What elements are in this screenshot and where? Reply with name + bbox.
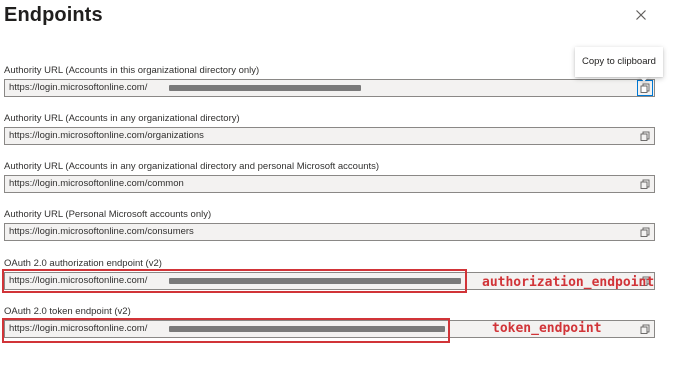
copy-button[interactable] <box>638 177 652 191</box>
authorization-endpoint-highlight <box>2 269 467 293</box>
close-button[interactable] <box>632 6 650 24</box>
endpoint-authority-common: Authority URL (Accounts in any organizat… <box>4 160 655 193</box>
endpoint-url-field[interactable]: https://login.microsoftonline.com/common <box>4 175 655 193</box>
copy-icon <box>640 131 650 141</box>
endpoint-url-text: https://login.microsoftonline.com/consum… <box>9 226 194 237</box>
endpoint-authority-organizations: Authority URL (Accounts in any organizat… <box>4 112 655 145</box>
copy-icon <box>640 227 650 237</box>
endpoint-url-text: https://login.microsoftonline.com/organi… <box>9 130 204 141</box>
endpoint-url-field[interactable]: https://login.microsoftonline.com/ <box>4 79 655 97</box>
endpoint-label: Authority URL (Accounts in this organiza… <box>4 65 260 76</box>
copy-button[interactable] <box>638 129 652 143</box>
redacted-tenant-id <box>169 85 361 91</box>
copy-button[interactable] <box>638 225 652 239</box>
close-icon <box>636 10 646 20</box>
copy-button[interactable] <box>638 322 652 336</box>
endpoint-label: Authority URL (Accounts in any organizat… <box>4 113 240 124</box>
endpoint-url-text: https://login.microsoftonline.com/ <box>9 82 148 93</box>
endpoint-url-field[interactable]: https://login.microsoftonline.com/organi… <box>4 127 655 145</box>
panel-title: Endpoints <box>4 4 103 26</box>
endpoint-authority-tenant: Authority URL (Accounts in this organiza… <box>4 64 655 97</box>
endpoint-url-text: https://login.microsoftonline.com/common <box>9 178 184 189</box>
copy-icon <box>640 324 650 334</box>
endpoint-authority-consumers: Authority URL (Personal Microsoft accoun… <box>4 208 655 241</box>
copy-icon <box>640 179 650 189</box>
endpoint-label: Authority URL (Accounts in any organizat… <box>4 161 380 172</box>
endpoint-label: OAuth 2.0 token endpoint (v2) <box>4 306 131 317</box>
token-endpoint-annotation: token_endpoint <box>492 321 602 336</box>
copy-tooltip: Copy to clipboard <box>575 47 663 77</box>
copy-button[interactable] <box>637 80 653 96</box>
copy-icon <box>640 83 650 93</box>
token-endpoint-highlight <box>2 318 450 343</box>
endpoint-url-field[interactable]: https://login.microsoftonline.com/consum… <box>4 223 655 241</box>
authorization-endpoint-annotation: authorization_endpoint <box>482 275 655 290</box>
endpoint-label: Authority URL (Personal Microsoft accoun… <box>4 209 212 220</box>
